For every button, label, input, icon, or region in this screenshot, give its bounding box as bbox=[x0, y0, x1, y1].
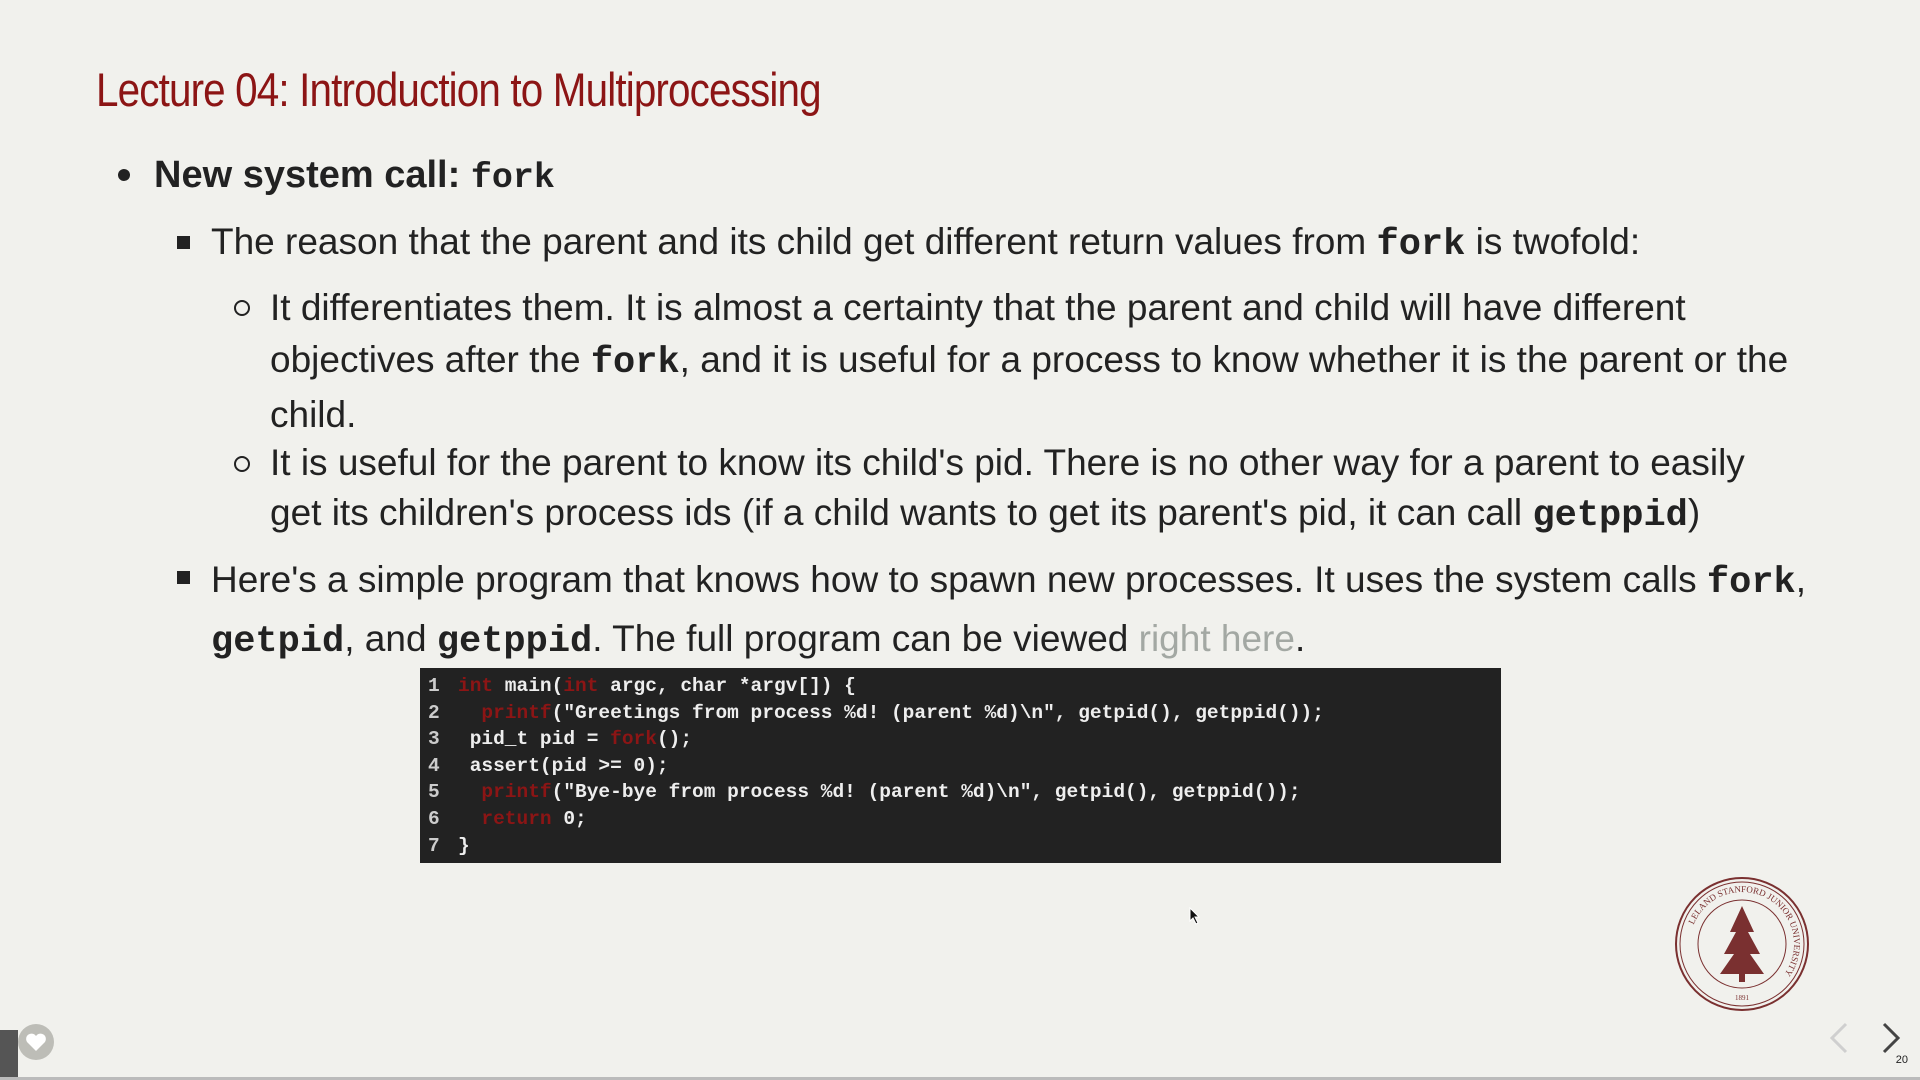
line-number: 1 bbox=[428, 675, 440, 697]
code-text: 0; bbox=[551, 807, 587, 830]
line-number: 2 bbox=[428, 701, 440, 724]
sidebar-tab bbox=[0, 1030, 18, 1080]
line-number: 7 bbox=[428, 834, 440, 857]
page-number: 20 bbox=[1895, 1054, 1908, 1066]
code-keyword: printf bbox=[481, 781, 552, 804]
code-keyword: return bbox=[481, 807, 552, 830]
circle-item-1: It differentiates them. It is almost a c… bbox=[270, 287, 1789, 435]
code-line: 3 pid_t pid = fork(); bbox=[428, 726, 1501, 753]
code-text: ("Greetings from process %d! (parent %d)… bbox=[551, 701, 1324, 724]
svg-text:1891: 1891 bbox=[1735, 994, 1750, 1002]
square-bullet-1 bbox=[177, 236, 190, 249]
code-text: main( bbox=[493, 675, 564, 697]
code-keyword: printf bbox=[481, 701, 552, 724]
bullet-dot bbox=[118, 169, 130, 181]
code-keyword: int bbox=[563, 675, 599, 697]
code-line: 1 int main(int argc, char *argv[]) { bbox=[428, 673, 1501, 700]
line-number: 3 bbox=[428, 728, 440, 751]
code-block: 1 int main(int argc, char *argv[]) { 2 pri… bbox=[420, 668, 1501, 863]
code-text: } bbox=[458, 834, 470, 857]
code-line: 4 assert(pid >= 0); bbox=[428, 753, 1501, 780]
code-line: 5 printf("Bye-bye from process %d! (pare… bbox=[428, 779, 1501, 806]
line-number: 5 bbox=[428, 781, 440, 804]
square-bullet-2 bbox=[177, 571, 190, 584]
sub-bullet-2: Here's a simple program that knows how t… bbox=[211, 559, 1807, 663]
slide-title: Lecture 04: Introduction to Multiprocess… bbox=[96, 63, 822, 116]
bullet-text: New system call: fork bbox=[154, 154, 555, 198]
circle-bullet-2 bbox=[234, 456, 250, 472]
code-text: (); bbox=[656, 728, 693, 751]
line-number: 6 bbox=[428, 807, 440, 830]
code-text: argc, char *argv[]) { bbox=[598, 675, 856, 697]
prev-slide-button[interactable] bbox=[1828, 1020, 1850, 1066]
code-line: 7} bbox=[428, 833, 1501, 860]
circle-bullet-1 bbox=[234, 300, 250, 316]
code-keyword: fork bbox=[610, 728, 657, 751]
stanford-seal-icon: LELAND STANFORD JUNIOR UNIVERSITY 1891 bbox=[1675, 877, 1809, 1011]
heart-icon[interactable] bbox=[18, 1024, 54, 1060]
code-text: ("Bye-bye from process %d! (parent %d)\n… bbox=[551, 781, 1301, 804]
code-line: 2 printf("Greetings from process %d! (pa… bbox=[428, 700, 1501, 727]
mouse-cursor-icon bbox=[1189, 907, 1201, 925]
code-text: pid_t pid = bbox=[458, 728, 611, 751]
code-keyword: int bbox=[458, 675, 494, 697]
sub-bullet-1: The reason that the parent and its child… bbox=[211, 221, 1641, 266]
program-link[interactable]: right here bbox=[1139, 618, 1295, 659]
code-text: assert(pid >= 0); bbox=[458, 754, 669, 777]
code-line: 6 return 0; bbox=[428, 806, 1501, 833]
line-number: 4 bbox=[428, 754, 440, 777]
circle-item-2: It is useful for the parent to know its … bbox=[270, 442, 1745, 537]
